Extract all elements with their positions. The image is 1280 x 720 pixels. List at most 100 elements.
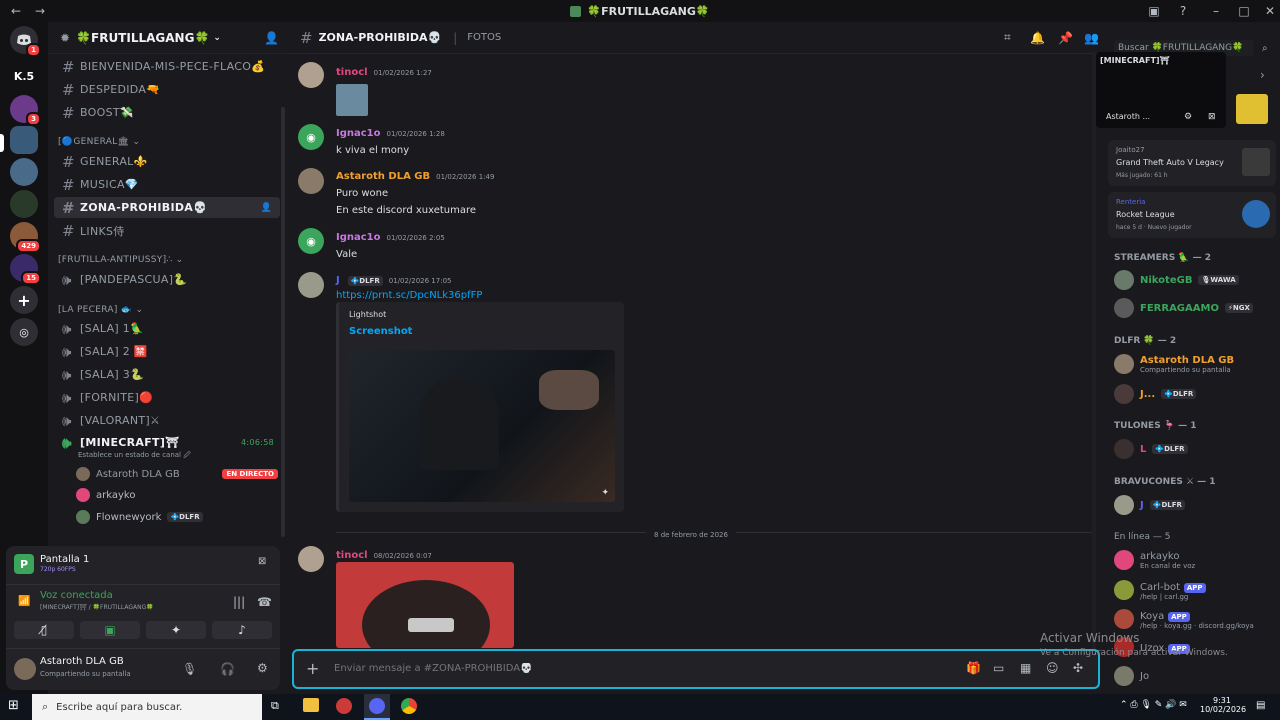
stop-stream-icon[interactable]: ⊠ [258, 556, 266, 567]
chevron-right-icon[interactable]: › [1260, 68, 1265, 82]
voice-user-astaroth[interactable]: Astaroth DLA GB EN DIRECTO [76, 464, 278, 484]
notification-icon[interactable]: ▤ [1256, 700, 1265, 711]
member-item[interactable]: J... 💠DLFR [1114, 384, 1197, 404]
member-item[interactable]: NikoteGB 🎙WAWA [1114, 270, 1239, 290]
apps-icon[interactable]: ✣ [1073, 661, 1083, 675]
channel-status-prompt[interactable]: Establece un estado de canal 🖉 [78, 451, 191, 462]
chrome-icon[interactable] [401, 698, 417, 714]
taskbar-search[interactable]: ⌕ Escribe aquí para buscar. [32, 694, 262, 720]
avatar[interactable] [298, 168, 324, 194]
message-image[interactable] [336, 562, 514, 648]
disconnect-icon[interactable]: ☎ [257, 595, 272, 609]
message-author[interactable]: Ignac1o [336, 128, 381, 139]
app-icon[interactable] [336, 698, 352, 714]
tab-fotos[interactable]: FOTOS [467, 32, 501, 43]
guild-item[interactable] [10, 158, 38, 186]
tray-icons[interactable]: ⌃ ⎙ 🎙 ✎ 🔊 ✉ [1120, 700, 1187, 710]
scrollbar[interactable] [281, 107, 285, 537]
channel-boost[interactable]: # BOOST💸 [54, 102, 280, 123]
member-item[interactable]: arkayko En canal de voz [1114, 550, 1195, 570]
message-input[interactable] [334, 659, 894, 677]
inbox-icon[interactable]: ▣ [1140, 0, 1168, 22]
task-view-icon[interactable]: ⧉ [271, 699, 279, 713]
voice-channel-sala-1[interactable]: 🕪 [SALA] 1🦜 [54, 318, 280, 339]
stream-preview[interactable]: [MINECRAFT]⛩ Astaroth ... ⚙ ⊠ [1096, 52, 1226, 128]
scrollbar[interactable] [1092, 52, 1096, 652]
activities-button[interactable]: ✦ [146, 621, 206, 639]
member-item[interactable]: Koya APP/help · koya.gg · discord.gg/koy… [1114, 608, 1254, 630]
member-item[interactable]: J 💠DLFR [1114, 495, 1185, 515]
voice-channel-valorant[interactable]: 🕪 [VALORANT]⚔ [54, 410, 280, 431]
avatar[interactable]: ◉ [298, 228, 324, 254]
message-author[interactable]: tinocl [336, 550, 368, 561]
voice-status[interactable]: Voz conectada [40, 590, 113, 601]
voice-channel-fornite[interactable]: 🕪 [FORNITE]🔴 [54, 387, 280, 408]
windows-start-icon[interactable]: ⊞ [8, 698, 19, 713]
close-icon[interactable]: ✕ [1256, 0, 1280, 22]
add-attachment-icon[interactable]: + [306, 659, 319, 678]
sticker-icon[interactable]: ▦ [1020, 661, 1031, 675]
message-image[interactable] [336, 84, 368, 116]
member-item[interactable]: Carl-bot APP/help | carl.gg [1114, 579, 1206, 601]
activity-card[interactable]: Joaito27 Grand Theft Auto V Legacy Más j… [1108, 140, 1276, 186]
category-antipussy[interactable]: [FRUTILLA-ANTIPUSSY]∴ ⌄ [58, 255, 183, 265]
add-server-icon[interactable]: + [10, 286, 38, 314]
activity-card[interactable]: Renteria Rocket League hace 5 d · Nuevo … [1108, 192, 1276, 238]
message-author[interactable]: tinocl [336, 67, 368, 78]
minimize-icon[interactable]: – [1202, 0, 1230, 22]
clock[interactable]: 9:31 10/02/2026 [1200, 696, 1246, 714]
channel-musica[interactable]: # MUSICA💎 [54, 174, 280, 195]
avatar[interactable]: ◉ [298, 124, 324, 150]
channel-despedida[interactable]: # DESPEDIDA🔫 [54, 79, 280, 100]
discover-icon[interactable]: ◎ [10, 318, 38, 346]
microphone-icon[interactable]: 🎙 [182, 662, 197, 676]
channel-pandepascua[interactable]: 🕪 [PANDEPASCUA]🐍 [54, 269, 280, 290]
avatar[interactable] [14, 658, 36, 680]
add-member-icon[interactable]: 👤 [260, 203, 272, 213]
close-preview-icon[interactable]: ⊠ [1208, 112, 1216, 122]
member-item[interactable]: FERRAGAAMO ⚡NGX [1114, 298, 1253, 318]
threads-icon[interactable]: ⌗ [1004, 30, 1011, 45]
member-item[interactable]: Jo [1114, 666, 1149, 686]
channel-zona-prohibida[interactable]: # ZONA-PROHIBIDA💀 👤 [54, 197, 280, 218]
message-author[interactable]: J [336, 275, 340, 286]
noise-suppression-icon[interactable]: ||| [233, 595, 245, 609]
guild-k5[interactable]: K.5 [10, 62, 38, 90]
camera-button[interactable]: ▯̸ [14, 621, 74, 639]
channel-links[interactable]: # LINKS侍 [54, 220, 280, 241]
headphones-icon[interactable]: 🎧 [220, 662, 235, 676]
message-author[interactable]: Astaroth DLA GB [336, 171, 430, 182]
pin-icon[interactable]: 📌 [1058, 31, 1073, 45]
guild-item[interactable]: 429 [10, 222, 41, 253]
category-general[interactable]: [🔵GENERAL🏛 ⌄ [58, 137, 140, 147]
message-author[interactable]: Ignac1o [336, 232, 381, 243]
member-list-icon[interactable]: 👥 [1084, 31, 1099, 45]
avatar[interactable] [298, 546, 324, 572]
embed-image[interactable]: ✦ [349, 350, 615, 502]
avatar[interactable] [298, 62, 324, 88]
guild-home[interactable]: 1 [10, 26, 41, 57]
guild-frutillagang[interactable] [10, 126, 38, 154]
voice-channel-sala-3[interactable]: 🕪 [SALA] 3🐍 [54, 364, 280, 385]
gift-icon[interactable]: 🎁 [966, 661, 981, 675]
channel-bienvenida[interactable]: # BIENVENIDA-MIS-PECE-FLACO💰 [54, 56, 280, 77]
guild-item[interactable]: 3 [10, 95, 41, 126]
server-header[interactable]: ✹ 🍀FRUTILLAGANG🍀 ⌄ 👤 [48, 22, 288, 54]
member-item[interactable]: Astaroth DLA GB Compartiendo su pantalla [1114, 354, 1234, 374]
voice-channel-sala-2[interactable]: 🕪 [SALA] 2 🈲 [54, 341, 280, 362]
help-icon[interactable]: ? [1169, 0, 1197, 22]
guild-item[interactable]: 15 [10, 254, 41, 285]
channel-general[interactable]: # GENERAL⚜️ [54, 151, 280, 172]
category-pecera[interactable]: [LA PECERA] 🐟 ⌄ [58, 305, 143, 315]
file-explorer-icon[interactable] [303, 698, 319, 712]
screen-share-button[interactable]: ▣ [80, 621, 140, 639]
member-item[interactable]: L 💠DLFR [1114, 439, 1188, 459]
voice-user-arkayko[interactable]: arkayko [76, 485, 135, 505]
emoji-icon[interactable]: ☺ [1046, 661, 1059, 675]
bell-icon[interactable]: 🔔 [1030, 31, 1045, 45]
embed-title[interactable]: Screenshot [349, 326, 412, 337]
soundboard-button[interactable]: ♪ [212, 621, 272, 639]
voice-user-flownewyork[interactable]: Flownewyork 💠DLFR [76, 507, 203, 527]
voice-channel-minecraft[interactable]: 🕪 [MINECRAFT]⛩ 4:06:58 [54, 432, 280, 453]
guild-item[interactable] [10, 190, 38, 218]
